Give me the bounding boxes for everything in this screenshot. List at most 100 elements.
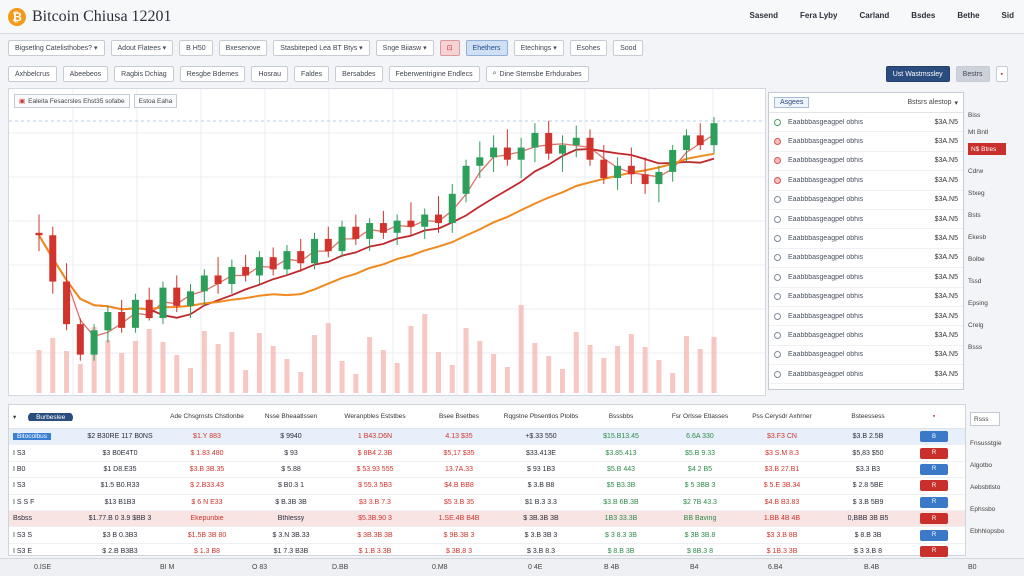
table-cell: 1.BB 4B 4B [763, 515, 801, 523]
side-link[interactable]: Ebhhlopsbo [970, 520, 1020, 542]
watchlist-item[interactable]: Eaabbbasgeagpel obhis $3A.N5 [769, 171, 963, 191]
table-header-cell[interactable]: Bsee Bsetbes [417, 413, 501, 420]
watchlist-item[interactable]: Eaabbbasgeagpel obhis $3A.N5 [769, 191, 963, 210]
top-menu-item[interactable]: Bsdes [911, 11, 935, 20]
side-item[interactable]: Epsing [968, 292, 1020, 314]
table-header-cell[interactable]: Nsse Bheaatlssen [249, 413, 333, 420]
price-chart-panel[interactable]: ▣ Ealeita Fesacrsles Ehst35 sofabe Estoa… [8, 88, 766, 396]
watchlist-item[interactable]: Eaabbbasgeagpel obhis $3A.N5 [769, 268, 963, 288]
watchlist-button[interactable]: Ust Wastmssley [885, 66, 950, 82]
side-link[interactable]: Fnsusstgie [970, 432, 1020, 454]
table-header-cell[interactable]: Ade Chsgrnsts Chstlonbe [165, 413, 249, 420]
watchlist-item[interactable]: Eaabbbasgeagpel obhis $3A.N5 [769, 307, 963, 327]
row-action-button[interactable]: R [920, 545, 948, 557]
watchlist-item[interactable]: Eaabbbasgeagpel obhis $3A.N5 [769, 365, 963, 385]
side-item[interactable]: Bsss [968, 336, 1020, 358]
table-row[interactable]: I S3 $1.5 B0.R33 $ 2.B33.43 $ B0.3 1 $ 55.3 … [9, 478, 965, 495]
watchlist-item[interactable]: Eaabbbasgeagpel obhis $3A.N5 [769, 152, 963, 172]
table-cell: $ 2.8 5BE [852, 482, 884, 490]
watchlist-item[interactable]: Eaabbbasgeagpel obhis $3A.N5 [769, 249, 963, 269]
watchlist-item[interactable]: Eaabbbasgeagpel obhis $3A.N5 [769, 346, 963, 366]
side-select[interactable]: Rsss [970, 412, 1000, 426]
table-row[interactable]: I S3 S $3 B 0.3B3 $1.5B 3B 80 $ 3.N 3B.33 $ … [9, 527, 965, 544]
toolbar-dropdown[interactable]: Stasbiteped Lea BT Btys ▾ [273, 40, 370, 56]
side-link[interactable]: Ephssbo [970, 498, 1020, 520]
toolbar-button[interactable]: Sood [613, 40, 644, 56]
toolbar-button[interactable]: B H50 [179, 40, 213, 56]
row-action-button[interactable]: R [920, 463, 948, 475]
candle-body [187, 291, 195, 306]
toolbar-dropdown[interactable]: Etechings ▾ [513, 40, 564, 56]
indicator-button[interactable]: Bersabdes [335, 66, 383, 82]
top-menu-item[interactable]: Carland [860, 11, 890, 20]
table-header-cell[interactable]: Weranpbles Eststbes [333, 413, 417, 420]
side-item[interactable]: Ekesb [968, 226, 1020, 248]
side-item[interactable]: Tssd [968, 270, 1020, 292]
indicator-button[interactable]: Faldes [294, 66, 330, 82]
side-alert-badge[interactable]: N$ Btres [968, 143, 1006, 155]
table-header-cell[interactable]: ▪ [911, 413, 957, 420]
toolbar-dropdown[interactable]: Adout Flatees ▾ [110, 40, 174, 56]
side-item[interactable]: Cdrw [968, 160, 1020, 182]
top-menu-item[interactable]: Sid [1002, 11, 1014, 20]
candlestick-chart[interactable] [9, 89, 765, 395]
watchlist-item[interactable]: Eaabbbasgeagpel obhis $3A.N5 [769, 288, 963, 307]
toolbar-dropdown[interactable]: Bigsetlng Catelisthobes? ▾ [8, 40, 105, 56]
top-menu-item[interactable]: Bethe [957, 11, 979, 20]
side-link[interactable]: Aebsbtlsto [970, 476, 1020, 498]
table-header-cell[interactable]: Bsssbbs [581, 413, 661, 420]
indicator-button[interactable]: ⌕ Dine Stemsbe Erhdurabes [485, 66, 589, 82]
filter-pill[interactable]: Burbeslee [28, 412, 74, 421]
toolbar-button[interactable]: Esohes [569, 40, 608, 56]
indicator-button[interactable]: Ragbis Dchiag [114, 66, 174, 82]
side-item[interactable]: Biss [968, 104, 1020, 126]
top-menu-item[interactable]: Fera Lyby [800, 11, 838, 20]
indicator-button[interactable]: Resgbe Bdemes [179, 66, 246, 82]
legend-ma[interactable]: Estoa Eaha [133, 94, 178, 108]
watchlist-item[interactable]: Eaabbbasgeagpel obhis $3A.N5 [769, 132, 963, 152]
toolbar-button[interactable]: Ehethers [465, 40, 508, 56]
table-header-cell[interactable]: ▾ Burbeslee [9, 412, 75, 421]
watchlist-tab[interactable]: Asgees [774, 97, 810, 108]
table-row[interactable]: I B0 $1 D8.E35 $3.B 3B.35 $ 5.88 $ 53.93 555… [9, 462, 965, 479]
top-menu-item[interactable]: Sasend [750, 11, 778, 20]
side-item[interactable]: Bsts [968, 204, 1020, 226]
side-item[interactable]: Stxeg [968, 182, 1020, 204]
close-icon[interactable]: ▪ [995, 66, 1008, 82]
table-row[interactable]: I S3 $3 B0E4T0 $ 1.83 480 $ 93 $ 8B4 2.3B $5,… [9, 445, 965, 462]
watchlist-item[interactable]: Eaabbbasgeagpel obhis $3A.N5 [769, 326, 963, 346]
footer-value: B.4B [864, 564, 880, 571]
row-action-button[interactable]: R [920, 513, 948, 525]
symbol-tag[interactable]: Bitocolbus [13, 433, 51, 441]
side-item[interactable]: Crelg [968, 314, 1020, 336]
legend-series[interactable]: ▣ Ealeita Fesacrsles Ehst35 sofabe [14, 94, 130, 108]
indicator-button[interactable]: Feberwentrigine Endlecs [388, 66, 480, 82]
row-action-button[interactable]: R [920, 496, 948, 508]
side-link[interactable]: Algotbo [970, 454, 1020, 476]
watchlist-item[interactable]: Eaabbbasgeagpel obhis $3A.N5 [769, 113, 963, 133]
row-action-button[interactable]: R [920, 447, 948, 459]
watchlist-item[interactable]: Eaabbbasgeagpel obhis $3A.N5 [769, 210, 963, 230]
side-item[interactable]: Mt Bntl [968, 126, 1020, 138]
table-header-cell[interactable]: Rqgstne Pbsentlos Ptolbs [501, 413, 581, 420]
row-action-button[interactable]: B [920, 431, 948, 443]
table-header-cell[interactable]: Pss Cerysdr Axhrner [739, 413, 825, 420]
table-row[interactable]: I S S F $13 B1B3 $ 6 N E33 $ B.3B 3B $3 3.B … [9, 495, 965, 511]
toolbar-button[interactable]: Bxesenove [218, 40, 268, 56]
toolbar-dropdown[interactable]: Snge Biiasw ▾ [375, 40, 434, 56]
status-dot-icon [774, 138, 781, 146]
row-action-button[interactable]: R [920, 480, 948, 492]
indicator-button[interactable]: Hosrau [251, 66, 289, 82]
table-row[interactable]: Bsbss $1.77.B 0 3.9 $BB 3 Ekepunbie Bthless… [9, 510, 965, 528]
table-header-cell[interactable]: Bsteessess [825, 413, 911, 420]
indicator-button[interactable]: Abeebeos [62, 66, 109, 82]
indicator-button[interactable]: Axhbelcrus [8, 66, 57, 82]
side-item[interactable]: Bolbe [968, 248, 1020, 270]
watchlist-sort[interactable]: Bstsrs alestop ▾ [908, 99, 958, 107]
secondary-button[interactable]: Bestrs [955, 66, 990, 82]
toolbar-button[interactable]: ⊡ [439, 40, 460, 56]
table-row[interactable]: Bitocolbus $2 B30RE 117 B0NS $1.Y 883 $ 994… [9, 429, 965, 446]
watchlist-item[interactable]: Eaabbbasgeagpel obhis $3A.N5 [769, 229, 963, 249]
row-action-button[interactable]: R [920, 529, 948, 541]
table-header-cell[interactable]: Fsr Orlsse Etlasses [661, 413, 739, 420]
